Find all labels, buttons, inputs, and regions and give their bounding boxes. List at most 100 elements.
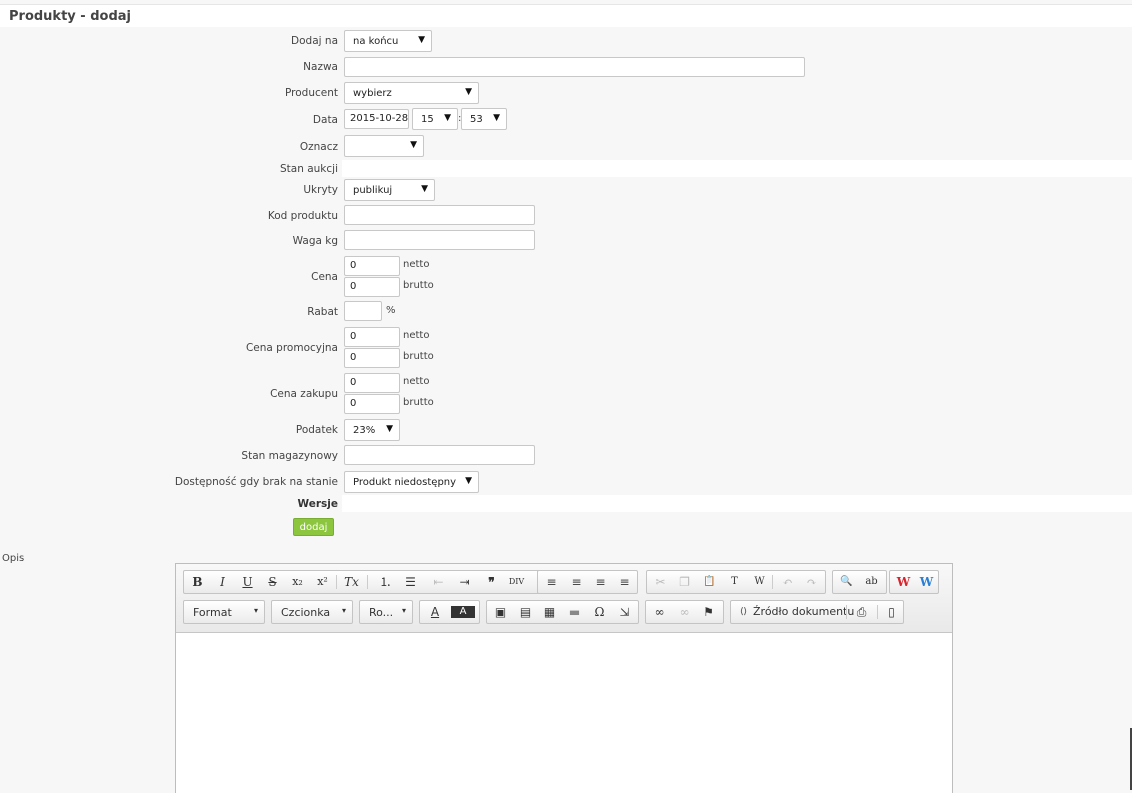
hour-value: 15: [421, 114, 434, 125]
chevron-down-icon: ▼: [410, 140, 417, 150]
find-icon[interactable]: 🔍: [836, 574, 857, 590]
toolbar-group-colors: A A: [419, 600, 480, 624]
font-combo[interactable]: Czcionka ▾: [271, 600, 353, 624]
label-wersje: Wersje: [297, 498, 338, 510]
label-nazwa: Nazwa: [303, 61, 338, 73]
chevron-down-icon: ▼: [493, 113, 500, 123]
cena-zakupu-netto-input[interactable]: 0: [344, 373, 400, 393]
source-icon[interactable]: ⟨⟩: [733, 604, 754, 620]
cena-promocyjna-netto-input[interactable]: 0: [344, 327, 400, 347]
dodaj-button[interactable]: dodaj: [293, 518, 334, 536]
label-opis: Opis: [2, 553, 25, 564]
bullet-list-icon[interactable]: ☰: [400, 574, 421, 590]
toolbar-separator: [772, 575, 773, 589]
cena-netto-input[interactable]: 0: [344, 256, 400, 276]
subscript-icon[interactable]: x₂: [287, 574, 308, 590]
size-combo-label: Ro...: [369, 606, 394, 619]
dodaj-na-select[interactable]: na końcu ▼: [344, 30, 432, 52]
unlink-icon[interactable]: ∞: [674, 604, 695, 620]
cut-icon[interactable]: ✂: [650, 574, 671, 590]
kod-produktu-input[interactable]: [344, 205, 535, 225]
dostepnosc-select[interactable]: Produkt niedostępny ▼: [344, 471, 479, 493]
nazwa-input[interactable]: [344, 57, 805, 77]
minute-value: 53: [470, 114, 483, 125]
special-char-icon[interactable]: Ω: [589, 604, 610, 620]
brutto-label: brutto: [403, 397, 434, 408]
justify-icon[interactable]: ≡: [614, 574, 635, 590]
label-podatek: Podatek: [295, 424, 338, 436]
minute-select[interactable]: 53 ▼: [461, 108, 507, 130]
background-color-icon[interactable]: A: [451, 606, 475, 618]
stan-aukcji-row: [342, 160, 1132, 177]
page-break-icon[interactable]: ⇲: [614, 604, 635, 620]
ukryty-select[interactable]: publikuj ▼: [344, 179, 435, 201]
toolbar-group-basic: B I U S x₂ x² Tx ⒈ ☰ ⇤ ⇥ ❞ DIV: [183, 570, 543, 594]
underline-icon[interactable]: U: [237, 574, 258, 590]
paste-word-icon[interactable]: W: [749, 574, 770, 590]
text-color-icon[interactable]: A: [423, 604, 447, 620]
chevron-down-icon: ▾: [253, 606, 258, 615]
preview-icon[interactable]: ⎙: [851, 604, 872, 620]
paste-text-icon[interactable]: T: [724, 574, 745, 590]
chevron-down-icon: ▾: [401, 606, 406, 615]
label-dostepnosc: Dostępność gdy brak na stanie: [174, 476, 338, 488]
link-icon[interactable]: ∞: [649, 604, 670, 620]
bold-icon[interactable]: B: [187, 574, 208, 590]
templates-icon[interactable]: ▯: [881, 604, 902, 620]
producent-select[interactable]: wybierz ▼: [344, 82, 479, 104]
spellcheck-red-icon[interactable]: W: [893, 574, 914, 590]
waga-input[interactable]: [344, 230, 535, 250]
div-container-icon[interactable]: DIV: [506, 574, 527, 590]
date-input[interactable]: 2015-10-28: [344, 109, 409, 129]
horizontal-rule-icon[interactable]: ▬: [564, 604, 585, 620]
format-combo[interactable]: Format ▾: [183, 600, 265, 624]
label-producent: Producent: [285, 87, 338, 99]
indent-icon[interactable]: ⇥: [454, 574, 475, 590]
strikethrough-icon[interactable]: S: [262, 574, 283, 590]
netto-label: netto: [403, 376, 430, 387]
redo-icon[interactable]: ↷: [801, 574, 822, 590]
italic-icon[interactable]: I: [212, 574, 233, 590]
align-center-icon[interactable]: ≡: [566, 574, 587, 590]
stan-magazynowy-input[interactable]: [344, 445, 535, 465]
label-stan-aukcji: Stan aukcji: [280, 163, 338, 175]
label-waga: Waga kg: [292, 235, 338, 247]
outdent-icon[interactable]: ⇤: [428, 574, 449, 590]
table-icon[interactable]: ▦: [539, 604, 560, 620]
toolbar-group-links: ∞ ∞ ⚑: [645, 600, 724, 624]
podatek-select[interactable]: 23% ▼: [344, 419, 400, 441]
cena-brutto-input[interactable]: 0: [344, 277, 400, 297]
blockquote-icon[interactable]: ❞: [481, 574, 502, 590]
dostepnosc-value: Produkt niedostępny: [353, 477, 457, 488]
image-icon[interactable]: ▣: [490, 604, 511, 620]
size-combo[interactable]: Ro... ▾: [359, 600, 413, 624]
brutto-label: brutto: [403, 280, 434, 291]
copy-icon[interactable]: ❐: [674, 574, 695, 590]
undo-icon[interactable]: ↶: [777, 574, 798, 590]
flash-icon[interactable]: ▤: [515, 604, 536, 620]
ukryty-value: publikuj: [353, 185, 393, 196]
replace-icon[interactable]: ab: [861, 574, 882, 590]
editor-toolbar: B I U S x₂ x² Tx ⒈ ☰ ⇤ ⇥ ❞ DIV ≡ ≡ ≡ ≡ ✂…: [176, 564, 952, 633]
rabat-input[interactable]: [344, 301, 382, 321]
anchor-icon[interactable]: ⚑: [698, 604, 719, 620]
source-button-label[interactable]: Źródło dokumentu: [753, 605, 854, 618]
superscript-icon[interactable]: x²: [312, 574, 333, 590]
hour-select[interactable]: 15 ▼: [412, 108, 458, 130]
editor-content-area[interactable]: [176, 633, 952, 793]
numbered-list-icon[interactable]: ⒈: [375, 574, 396, 590]
netto-label: netto: [403, 330, 430, 341]
format-combo-label: Format: [193, 606, 232, 619]
percent-label: %: [386, 305, 396, 316]
label-dodaj-na: Dodaj na: [291, 35, 338, 47]
paste-icon[interactable]: 📋: [699, 574, 720, 590]
netto-label: netto: [403, 259, 430, 270]
label-oznacz: Oznacz: [299, 141, 338, 153]
remove-format-icon[interactable]: Tx: [341, 574, 362, 590]
align-left-icon[interactable]: ≡: [541, 574, 562, 590]
cena-zakupu-brutto-input[interactable]: 0: [344, 394, 400, 414]
oznacz-select[interactable]: ▼: [344, 135, 424, 157]
spellcheck-blue-icon[interactable]: W: [916, 574, 937, 590]
cena-promocyjna-brutto-input[interactable]: 0: [344, 348, 400, 368]
align-right-icon[interactable]: ≡: [590, 574, 611, 590]
